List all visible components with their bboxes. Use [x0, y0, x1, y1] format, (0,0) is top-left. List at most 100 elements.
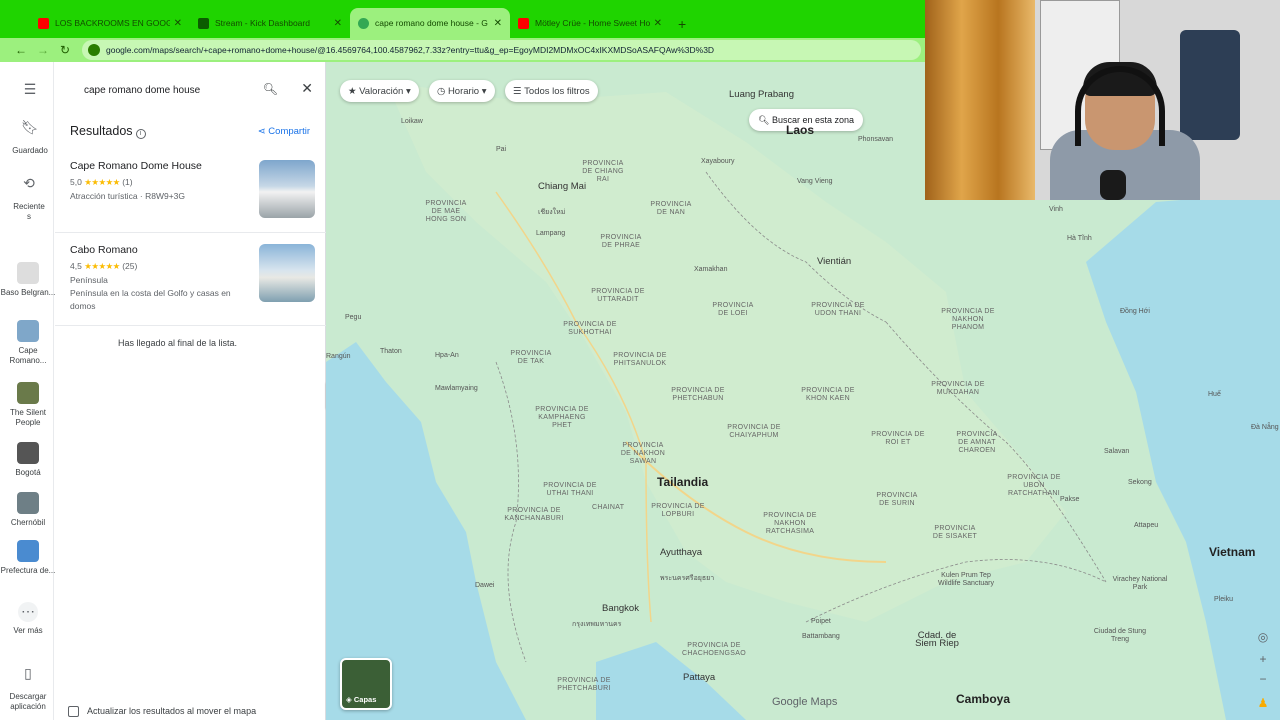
recent-item[interactable]: Cape Romano...	[0, 320, 56, 366]
map-label-province: PROVINCIA DE CHACHOENGSAO	[682, 642, 746, 657]
map-label-province: PROVINCIA DE ROI ET	[871, 431, 925, 446]
hanging-jacket	[1180, 30, 1240, 140]
youtube-icon	[38, 17, 49, 29]
results-panel: cape romano dome house 🔍︎ ✕ Resultados i …	[55, 62, 326, 720]
menu-button[interactable]: ☰	[0, 81, 60, 108]
map-label-city: Vang Vieng	[797, 178, 833, 185]
update-on-move-option[interactable]: Actualizar los resultados al mover el ma…	[55, 702, 326, 720]
map-label-city: Xamakhan	[694, 266, 728, 273]
recent-item[interactable]: The Silent People	[0, 382, 56, 428]
result-photo[interactable]	[259, 244, 315, 302]
map-label-city: Battambang	[802, 633, 840, 640]
forward-arrow-icon[interactable]: →	[32, 43, 54, 57]
filter-rating[interactable]: ★ Valoración ▾	[340, 80, 419, 102]
recent-item[interactable]: Prefectura de...	[0, 540, 56, 576]
info-icon[interactable]: i	[135, 129, 146, 139]
map-label-province: PROVINCIA DE AMNAT CHAROEN	[956, 431, 998, 454]
browser-tab[interactable]: Stream - Kick Dashboard ✕	[190, 8, 350, 38]
map-label-city: Loikaw	[401, 118, 423, 125]
map-label-country: Tailandia	[657, 475, 709, 489]
address-bar[interactable]: google.com/maps/search/+cape+romano+dome…	[82, 40, 921, 60]
map-label-city: Thaton	[380, 348, 402, 355]
map-label-city: Bangkok	[602, 603, 639, 614]
browser-tab-bar: LOS BACKROOMS EN GOOGLE✕ Stream - Kick D…	[0, 0, 925, 38]
browser-tab[interactable]: LOS BACKROOMS EN GOOGLE✕	[30, 8, 190, 38]
close-tab-icon[interactable]: ✕	[494, 18, 502, 29]
map-label-province: PROVINCIA DE PHETCHABURI	[557, 677, 611, 692]
filter-all[interactable]: ☰ Todos los filtros	[505, 80, 598, 102]
place-thumbnail	[17, 492, 39, 514]
result-rating: 4,5 ★★★★★ (25)	[70, 261, 138, 271]
search-icon[interactable]: 🔍︎	[263, 82, 278, 96]
map-label-country: Camboya	[956, 692, 1011, 706]
map-label-province: PROVINCIA DE SURIN	[876, 492, 918, 507]
result-name[interactable]: Cape Romano Dome House	[70, 160, 202, 172]
zoom-in-button[interactable]: +	[1254, 650, 1272, 668]
google-maps-logo: Google Maps	[772, 696, 838, 708]
close-tab-icon[interactable]: ✕	[334, 18, 342, 29]
share-button[interactable]: ⋖ Compartir	[258, 126, 310, 137]
site-settings-icon[interactable]	[88, 44, 100, 56]
map-label-province: PROVINCIA DE PHRAE	[600, 234, 642, 249]
map-label-province: PROVINCIA DE PHETCHABUN	[671, 387, 725, 402]
map-label-city: Pegu	[345, 314, 362, 321]
street-view-pegman-icon[interactable]: ♟	[1254, 694, 1272, 712]
phone-icon: ▯	[24, 665, 32, 681]
map-label-city: เชียงใหม่	[538, 209, 566, 216]
map-label-city: Hà Tĩnh	[1067, 235, 1092, 242]
layers-button[interactable]: ◈ Capas	[340, 658, 392, 710]
map-label-city: Đà Nẵng	[1251, 424, 1279, 431]
map-label-city: Vientián	[817, 256, 852, 267]
close-tab-icon[interactable]: ✕	[174, 18, 182, 29]
new-tab-button[interactable]: +	[678, 16, 686, 32]
browser-tab[interactable]: Mötley Crüe - Home Sweet Ho ✕	[510, 8, 670, 38]
filter-hours[interactable]: ◷ Horario ▾	[429, 80, 495, 102]
browser-toolbar: ← → ↻ google.com/maps/search/+cape+roman…	[0, 38, 925, 62]
google-maps-icon	[358, 17, 369, 29]
zoom-out-button[interactable]: −	[1254, 670, 1272, 688]
map-label-city: Pai	[496, 146, 507, 153]
result-photo[interactable]	[259, 160, 315, 218]
close-tab-icon[interactable]: ✕	[654, 18, 662, 29]
results-heading: Resultados i	[70, 124, 146, 139]
browser-tab-active[interactable]: cape romano dome house - G ✕	[350, 8, 510, 38]
recent-button[interactable]: ⟲ Recientes	[0, 176, 58, 222]
reload-icon[interactable]: ↻	[54, 43, 76, 57]
search-input[interactable]: cape romano dome house 🔍︎ ✕	[67, 74, 313, 106]
update-checkbox[interactable]	[68, 705, 79, 717]
recent-item[interactable]: Baso Belgran...	[0, 262, 56, 298]
result-item[interactable]: Cape Romano Dome House 5,0 ★★★★★ (1) Atr…	[55, 150, 326, 233]
close-icon[interactable]: ✕	[301, 80, 313, 97]
download-app-button[interactable]: ▯ Descargar aplicación	[0, 665, 56, 712]
recent-item[interactable]: Chernóbil	[0, 492, 56, 528]
map-label-country: Laos	[786, 123, 815, 137]
map-label-city: Huế	[1208, 391, 1221, 398]
map-label-city: Cdad. de Siem Riep	[915, 630, 959, 649]
map-label-city: Chiang Mai	[538, 181, 587, 192]
search-icon: 🔍︎	[758, 114, 772, 125]
result-item[interactable]: Cabo Romano 4,5 ★★★★★ (25) Península Pen…	[55, 233, 326, 326]
map-label-city: Pleiku	[1214, 596, 1234, 603]
map-label-province: PROVINCIA DE KHON KAEN	[801, 387, 855, 402]
more-button[interactable]: ⋯ Ver más	[0, 602, 56, 636]
map-label-province: PROVINCIA DE UTHAI THANI	[543, 482, 597, 497]
result-name[interactable]: Cabo Romano	[70, 244, 138, 256]
url-text: google.com/maps/search/+cape+romano+dome…	[106, 45, 715, 55]
map-label-province: PROVINCIA DE KANCHANABURI	[504, 507, 564, 522]
hamburger-menu-icon: ☰	[23, 81, 37, 97]
kick-icon	[198, 17, 209, 29]
youtube-icon	[518, 17, 529, 29]
place-thumbnail	[17, 382, 39, 404]
map-label-city: กรุงเทพมหานคร	[572, 621, 622, 628]
my-location-button[interactable]: ◎	[1254, 628, 1272, 646]
back-arrow-icon[interactable]: ←	[10, 43, 32, 57]
map-label-province: PROVINCIA DE LOEI	[712, 302, 754, 317]
map-label-province: PROVINCIA DE UTTARADIT	[591, 288, 645, 303]
map-label-province: PROVINCIA DE TAK	[510, 350, 552, 365]
recent-item[interactable]: Bogotá	[0, 442, 56, 478]
place-thumbnail	[17, 320, 39, 342]
map-label-province: PROVINCIA DE NAKHON SAWAN	[620, 442, 666, 465]
share-icon: ⋖	[257, 126, 269, 137]
star-icon: ★	[348, 85, 360, 97]
saved-button[interactable]: 🔖︎ Guardado	[0, 120, 60, 156]
